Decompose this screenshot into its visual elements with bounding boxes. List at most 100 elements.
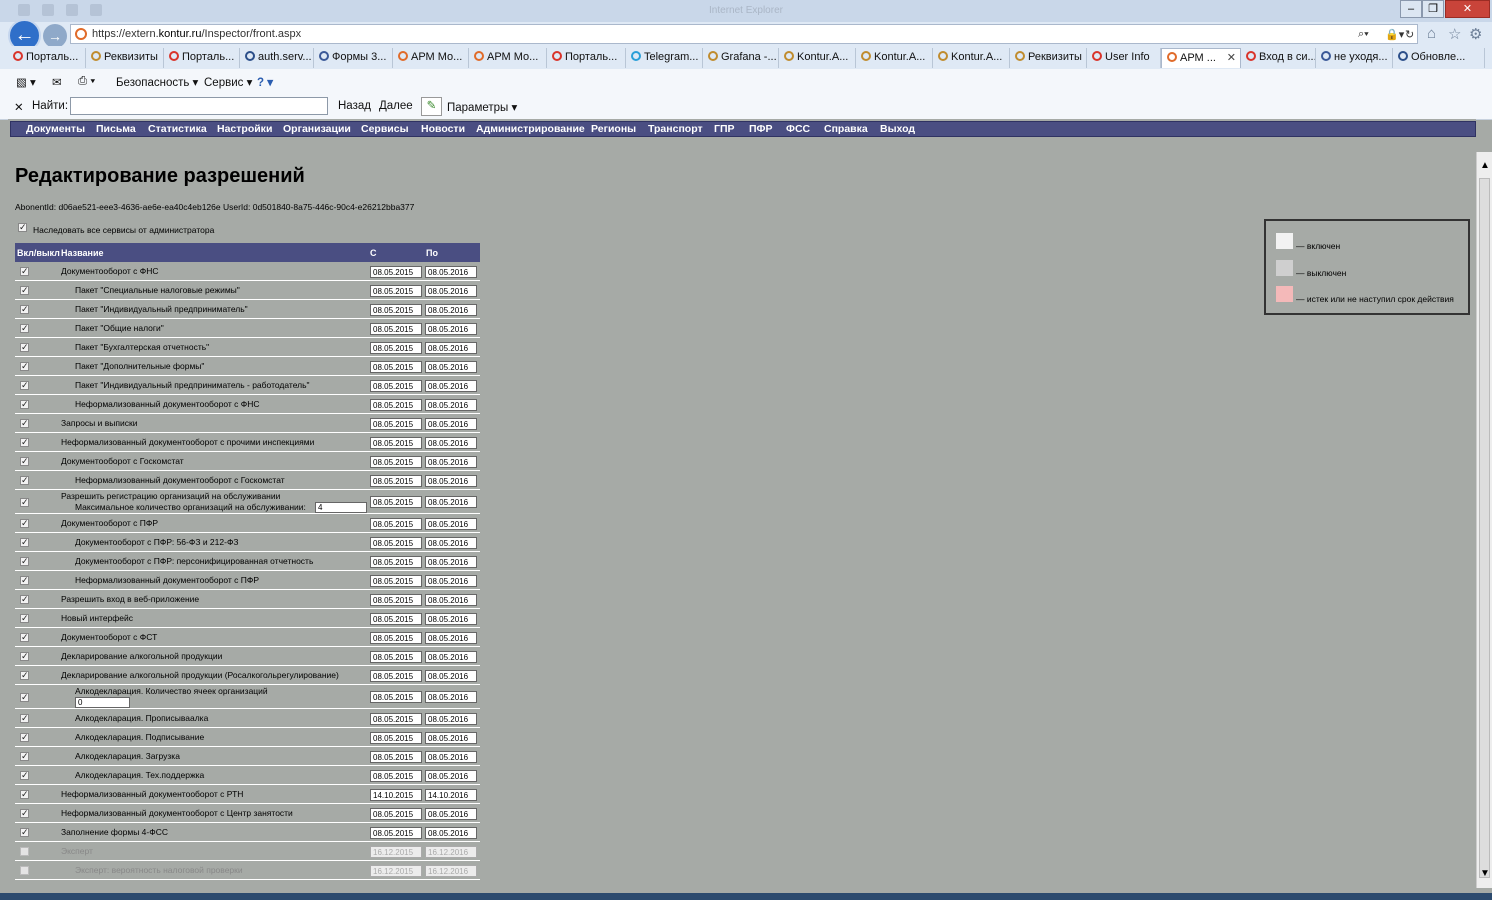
date-from-input[interactable]: 08.05.2015	[370, 691, 422, 703]
row-toggle-checkbox[interactable]: ✓	[20, 381, 29, 390]
date-from-input[interactable]: 08.05.2015	[370, 496, 422, 508]
tab[interactable]: Grafana -...	[703, 48, 779, 68]
nav-item[interactable]: Статистика	[148, 123, 207, 135]
mail-icon[interactable]: ✉	[52, 75, 62, 89]
date-from-input[interactable]: 08.05.2015	[370, 750, 422, 763]
tab[interactable]: Kontur.A...	[933, 48, 1010, 68]
date-from-input[interactable]: 08.05.2015	[370, 631, 422, 644]
tab[interactable]: Kontur.A...	[856, 48, 933, 68]
date-from-input[interactable]: 08.05.2015	[370, 341, 422, 354]
date-to-input[interactable]: 08.05.2016	[425, 360, 477, 373]
date-from-input[interactable]: 08.05.2015	[370, 536, 422, 549]
refresh-icon[interactable]: ↻	[1405, 28, 1414, 41]
lock-icon[interactable]: 🔒▾	[1385, 28, 1404, 41]
tab[interactable]: АРМ Мо...	[393, 48, 469, 68]
close-tab-icon[interactable]: ✕	[1227, 49, 1236, 68]
date-to-input[interactable]: 08.05.2016	[425, 769, 477, 782]
date-to-input[interactable]: 08.05.2016	[425, 826, 477, 839]
date-to-input[interactable]: 08.05.2016	[425, 398, 477, 411]
date-to-input[interactable]: 08.05.2016	[425, 341, 477, 354]
row-toggle-checkbox[interactable]: ✓	[20, 400, 29, 409]
date-to-input[interactable]: 08.05.2016	[425, 474, 477, 487]
tab[interactable]: Порталь...	[164, 48, 240, 68]
find-next-button[interactable]: Далее	[379, 100, 413, 112]
feeds-icon[interactable]: ▧ ▾	[16, 75, 36, 89]
date-from-input[interactable]: 08.05.2015	[370, 360, 422, 373]
date-to-input[interactable]: 08.05.2016	[425, 631, 477, 644]
date-from-input[interactable]: 08.05.2015	[370, 669, 422, 682]
row-toggle-checkbox[interactable]: ✓	[20, 362, 29, 371]
date-from-input[interactable]: 08.05.2015	[370, 265, 422, 278]
date-from-input[interactable]: 08.05.2015	[370, 807, 422, 820]
date-from-input[interactable]: 08.05.2015	[370, 322, 422, 335]
date-to-input[interactable]: 08.05.2016	[425, 650, 477, 663]
tab[interactable]: АРМ ... ✕	[1161, 48, 1241, 68]
row-toggle-checkbox[interactable]: ✓	[20, 752, 29, 761]
nav-item[interactable]: ГПР	[714, 123, 735, 135]
row-toggle-checkbox[interactable]: ✓	[20, 419, 29, 428]
date-to-input[interactable]: 08.05.2016	[425, 712, 477, 725]
date-from-input[interactable]: 08.05.2015	[370, 455, 422, 468]
forward-button[interactable]: →	[43, 24, 67, 48]
tab[interactable]: Реквизиты	[86, 48, 164, 68]
nav-item[interactable]: Администрирование	[476, 123, 585, 135]
date-to-input[interactable]: 08.05.2016	[425, 379, 477, 392]
tab[interactable]: Вход в си...	[1241, 48, 1316, 68]
tab[interactable]: Реквизиты	[1010, 48, 1087, 68]
row-toggle-checkbox[interactable]: ✓	[20, 733, 29, 742]
nav-item[interactable]: Регионы	[591, 123, 636, 135]
row-toggle-checkbox[interactable]: ✓	[20, 457, 29, 466]
date-from-input[interactable]: 16.12.2015	[370, 845, 422, 858]
url-text[interactable]: https://extern.kontur.ru/Inspector/front…	[92, 28, 301, 40]
tab[interactable]: Kontur.A...	[779, 48, 856, 68]
row-toggle-checkbox[interactable]: ✓	[20, 692, 29, 702]
date-to-input[interactable]: 08.05.2016	[425, 574, 477, 587]
tab[interactable]: Telegram...	[626, 48, 703, 68]
vertical-scrollbar[interactable]: ▲ ▼	[1476, 152, 1492, 888]
nav-item[interactable]: Справка	[824, 123, 868, 135]
date-from-input[interactable]: 08.05.2015	[370, 303, 422, 316]
nav-item[interactable]: ФСС	[786, 123, 810, 135]
date-to-input[interactable]: 08.05.2016	[425, 436, 477, 449]
date-from-input[interactable]: 08.05.2015	[370, 284, 422, 297]
row-toggle-checkbox[interactable]: ✓	[20, 828, 29, 837]
date-to-input[interactable]: 08.05.2016	[425, 517, 477, 530]
tab[interactable]: АРМ Мо...	[469, 48, 547, 68]
nav-item[interactable]: Сервисы	[361, 123, 409, 135]
date-from-input[interactable]: 08.05.2015	[370, 826, 422, 839]
date-to-input[interactable]: 08.05.2016	[425, 750, 477, 763]
cells-count-input[interactable]: 0	[75, 697, 130, 708]
tab[interactable]: User Info	[1087, 48, 1161, 68]
date-from-input[interactable]: 08.05.2015	[370, 398, 422, 411]
find-input[interactable]	[70, 97, 328, 115]
date-to-input[interactable]: 08.05.2016	[425, 807, 477, 820]
safety-menu[interactable]: Безопасность ▾	[116, 75, 198, 89]
row-toggle-checkbox[interactable]: ✓	[20, 267, 29, 276]
print-icon[interactable]: ⎙ ▾	[78, 75, 95, 88]
address-bar[interactable]: https://extern.kontur.ru/Inspector/front…	[70, 24, 1418, 44]
date-to-input[interactable]: 16.12.2016	[425, 845, 477, 858]
row-toggle-checkbox[interactable]: ✓	[20, 324, 29, 333]
row-toggle-checkbox[interactable]: ✓	[20, 809, 29, 818]
row-toggle-checkbox[interactable]: ✓	[20, 476, 29, 485]
date-from-input[interactable]: 08.05.2015	[370, 612, 422, 625]
row-toggle-checkbox[interactable]: ✓	[20, 671, 29, 680]
date-from-input[interactable]: 08.05.2015	[370, 379, 422, 392]
date-from-input[interactable]: 08.05.2015	[370, 650, 422, 663]
tab[interactable]: Формы 3...	[314, 48, 393, 68]
date-to-input[interactable]: 08.05.2016	[425, 669, 477, 682]
row-toggle-checkbox[interactable]: ✓	[20, 595, 29, 604]
nav-item[interactable]: ПФР	[749, 123, 773, 135]
home-icon[interactable]: ⌂	[1427, 25, 1436, 42]
date-to-input[interactable]: 08.05.2016	[425, 322, 477, 335]
find-options-menu[interactable]: Параметры ▾	[447, 100, 517, 114]
date-to-input[interactable]: 08.05.2016	[425, 265, 477, 278]
minimize-button[interactable]: –	[1400, 0, 1422, 18]
tab[interactable]: auth.serv...	[240, 48, 314, 68]
scroll-thumb[interactable]	[1479, 178, 1490, 878]
row-toggle-checkbox[interactable]: ✓	[20, 771, 29, 780]
row-toggle-checkbox[interactable]: ✓	[20, 538, 29, 547]
row-toggle-checkbox[interactable]	[20, 847, 29, 856]
date-to-input[interactable]: 08.05.2016	[425, 536, 477, 549]
settings-gear-icon[interactable]: ⚙	[1469, 25, 1482, 43]
